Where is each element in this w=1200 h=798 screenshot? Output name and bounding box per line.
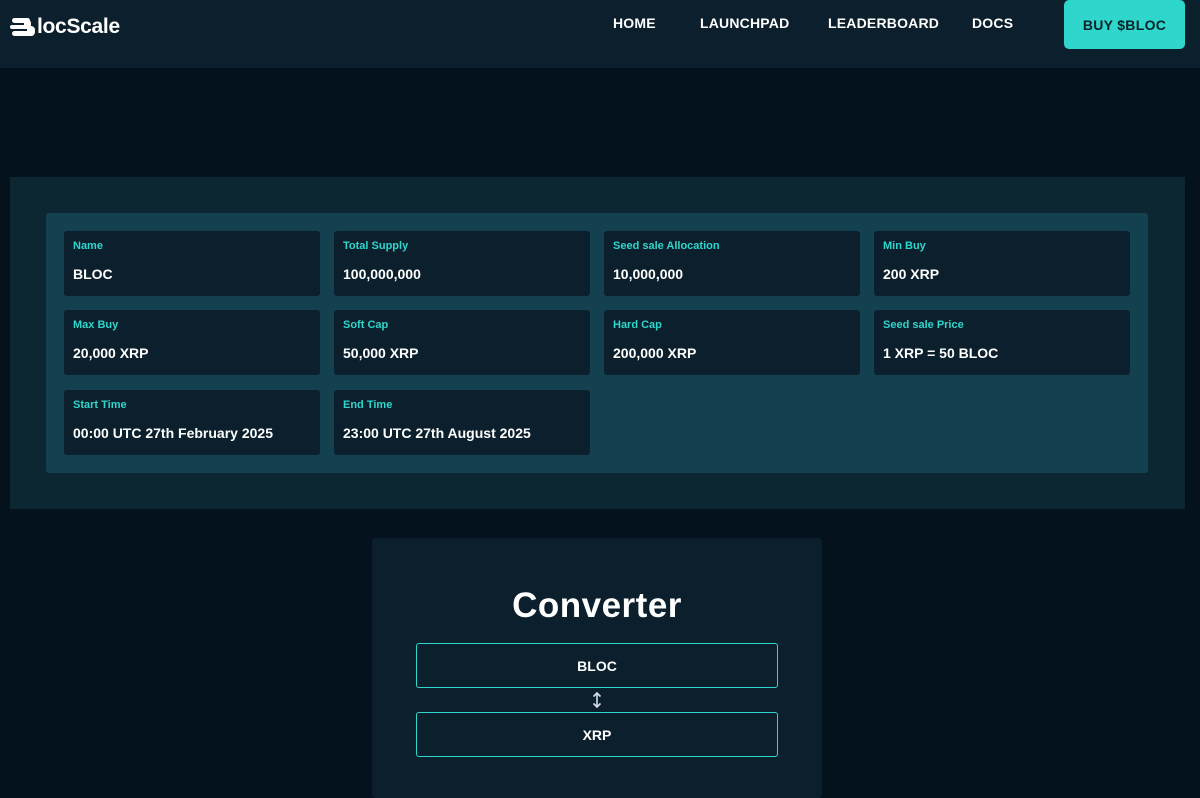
info-card-end-time: End Time 23:00 UTC 27th August 2025 (334, 390, 590, 455)
info-value: 200,000 XRP (613, 345, 697, 361)
converter-title: Converter (512, 586, 682, 625)
info-value: 50,000 XRP (343, 345, 419, 361)
info-label: Hard Cap (613, 319, 662, 331)
info-label: Seed sale Price (883, 319, 964, 331)
info-label: Seed sale Allocation (613, 240, 720, 252)
logo-b-icon (10, 18, 35, 36)
info-label: Max Buy (73, 319, 119, 331)
info-value: 100,000,000 (343, 266, 421, 282)
token-info-panel: Name BLOC Total Supply 100,000,000 Seed … (46, 213, 1148, 473)
logo-text: locScale (37, 15, 120, 38)
info-card-hard-cap: Hard Cap 200,000 XRP (604, 310, 860, 375)
info-card-seed-allocation: Seed sale Allocation 10,000,000 (604, 231, 860, 296)
info-value: 00:00 UTC 27th February 2025 (73, 425, 273, 441)
info-card-max-buy: Max Buy 20,000 XRP (64, 310, 320, 375)
info-label: Min Buy (883, 240, 926, 252)
from-token-selector[interactable]: BLOC (416, 643, 778, 688)
info-label: Name (73, 240, 103, 252)
info-card-soft-cap: Soft Cap 50,000 XRP (334, 310, 590, 375)
info-label: End Time (343, 399, 393, 411)
blocscale-logo[interactable]: locScale (10, 12, 120, 42)
info-value: 23:00 UTC 27th August 2025 (343, 425, 531, 441)
converter-card: Converter BLOC XRP (372, 538, 822, 798)
info-card-seed-price: Seed sale Price 1 XRP = 50 BLOC (874, 310, 1130, 375)
info-card-start-time: Start Time 00:00 UTC 27th February 2025 (64, 390, 320, 455)
info-label: Total Supply (343, 240, 409, 252)
navbar: locScale HOME LAUNCHPAD LEADERBOARD DOCS… (0, 0, 1200, 68)
info-label: Start Time (73, 399, 127, 411)
nav-docs[interactable]: DOCS (972, 15, 1013, 31)
nav-leaderboard[interactable]: LEADERBOARD (828, 15, 939, 31)
token-info-section: Name BLOC Total Supply 100,000,000 Seed … (10, 177, 1185, 509)
info-value: BLOC (73, 266, 113, 282)
info-value: 20,000 XRP (73, 345, 149, 361)
info-card-name: Name BLOC (64, 231, 320, 296)
buy-bloc-button[interactable]: BUY $BLOC (1064, 0, 1185, 49)
info-card-min-buy: Min Buy 200 XRP (874, 231, 1130, 296)
swap-vertical-icon[interactable] (590, 691, 604, 709)
info-value: 1 XRP = 50 BLOC (883, 345, 999, 361)
nav-home[interactable]: HOME (613, 15, 656, 31)
info-value: 10,000,000 (613, 266, 684, 282)
info-label: Soft Cap (343, 319, 389, 331)
info-value: 200 XRP (883, 266, 940, 282)
info-card-total-supply: Total Supply 100,000,000 (334, 231, 590, 296)
to-token-selector[interactable]: XRP (416, 712, 778, 757)
nav-launchpad[interactable]: LAUNCHPAD (700, 15, 789, 31)
